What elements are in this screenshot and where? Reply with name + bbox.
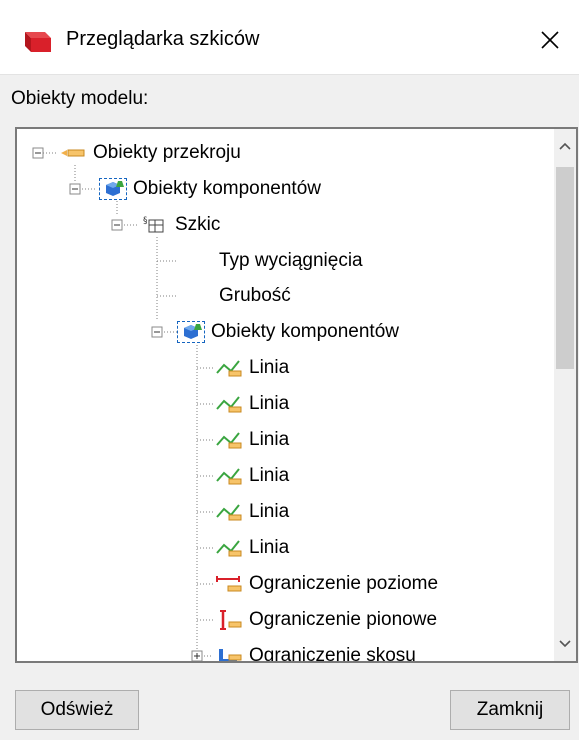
expand-toggle-icon [191,650,203,661]
component-objects-icon [177,321,205,343]
tree-item-line[interactable]: Linia [215,497,289,527]
close-window-button[interactable] [530,20,570,60]
chevron-up-icon [559,142,571,150]
close-button[interactable]: Zamknij [450,690,570,730]
line-icon [215,465,243,487]
refresh-button[interactable]: Odśwież [15,690,139,730]
horizontal-constraint-icon [215,573,243,595]
tree-item-label: Obiekty komponentów [211,321,399,342]
tree-item-label: Ograniczenie poziome [249,573,439,594]
model-objects-tree[interactable]: Obiekty przekroju Obiekty komponentów § … [15,127,578,663]
collapse-toggle-icon [151,326,163,338]
tree-item-label: Linia [249,501,290,522]
scroll-up-button[interactable] [554,129,576,163]
tree-item-line[interactable]: Linia [215,461,289,491]
tree-item-label: Obiekty przekroju [93,142,241,163]
component-objects-icon [99,178,127,200]
tree-item-line[interactable]: Linia [215,353,289,383]
tree-item-line[interactable]: Linia [215,425,289,455]
tree-item-label: Linia [249,357,290,378]
tree-item-sketch[interactable]: § Szkic [141,210,220,240]
tree-item-label: Linia [249,465,290,486]
app-icon [21,30,55,54]
model-objects-label: Obiekty modelu: [11,88,149,109]
vertical-scrollbar[interactable] [554,129,576,661]
tree-item-line[interactable]: Linia [215,389,289,419]
collapse-toggle-icon [69,183,81,195]
tree-item-label: Obiekty komponentów [133,178,321,199]
tree-item-extrusion-type[interactable]: Typ wyciągnięcia [219,246,363,276]
angle-constraint-icon [215,645,243,661]
tree-item-component-objects[interactable]: Obiekty komponentów [99,174,321,204]
window-title: Przeglądarka szkiców [66,28,260,50]
scroll-down-button[interactable] [554,627,576,661]
tree-item-vertical-constraint[interactable]: Ograniczenie pionowe [215,605,437,635]
section-objects-icon [59,142,87,164]
line-icon [215,429,243,451]
tree-item-thickness[interactable]: Grubość [219,281,291,311]
line-icon [215,537,243,559]
line-icon [215,357,243,379]
collapse-toggle-icon [111,219,123,231]
tree-item-label: Grubość [219,285,291,306]
line-icon [215,393,243,415]
tree-item-label: Typ wyciągnięcia [219,250,363,271]
close-icon [541,31,559,49]
title-bar: Przeglądarka szkiców [0,0,579,74]
tree-item-label: Ograniczenie pionowe [249,609,438,630]
vertical-constraint-icon [215,609,243,631]
line-icon [215,501,243,523]
collapse-toggle-icon [32,147,44,159]
tree-item-label: Szkic [175,214,221,235]
tree-item-label: Ograniczenie skosu [249,645,416,663]
tree-item-section-objects[interactable]: Obiekty przekroju [59,138,241,168]
tree-item-angle-constraint[interactable]: Ograniczenie skosu [215,641,416,663]
tree-item-label: Linia [249,537,290,558]
tree-item-component-objects-nested[interactable]: Obiekty komponentów [177,317,399,347]
tree-item-label: Linia [249,429,290,450]
sketch-icon: § [141,214,169,236]
chevron-down-icon [559,640,571,648]
tree-item-label: Linia [249,393,290,414]
tree-item-horizontal-constraint[interactable]: Ograniczenie poziome [215,569,438,599]
scroll-thumb[interactable] [556,167,574,369]
svg-text:§: § [143,216,148,226]
tree-item-line[interactable]: Linia [215,533,289,563]
